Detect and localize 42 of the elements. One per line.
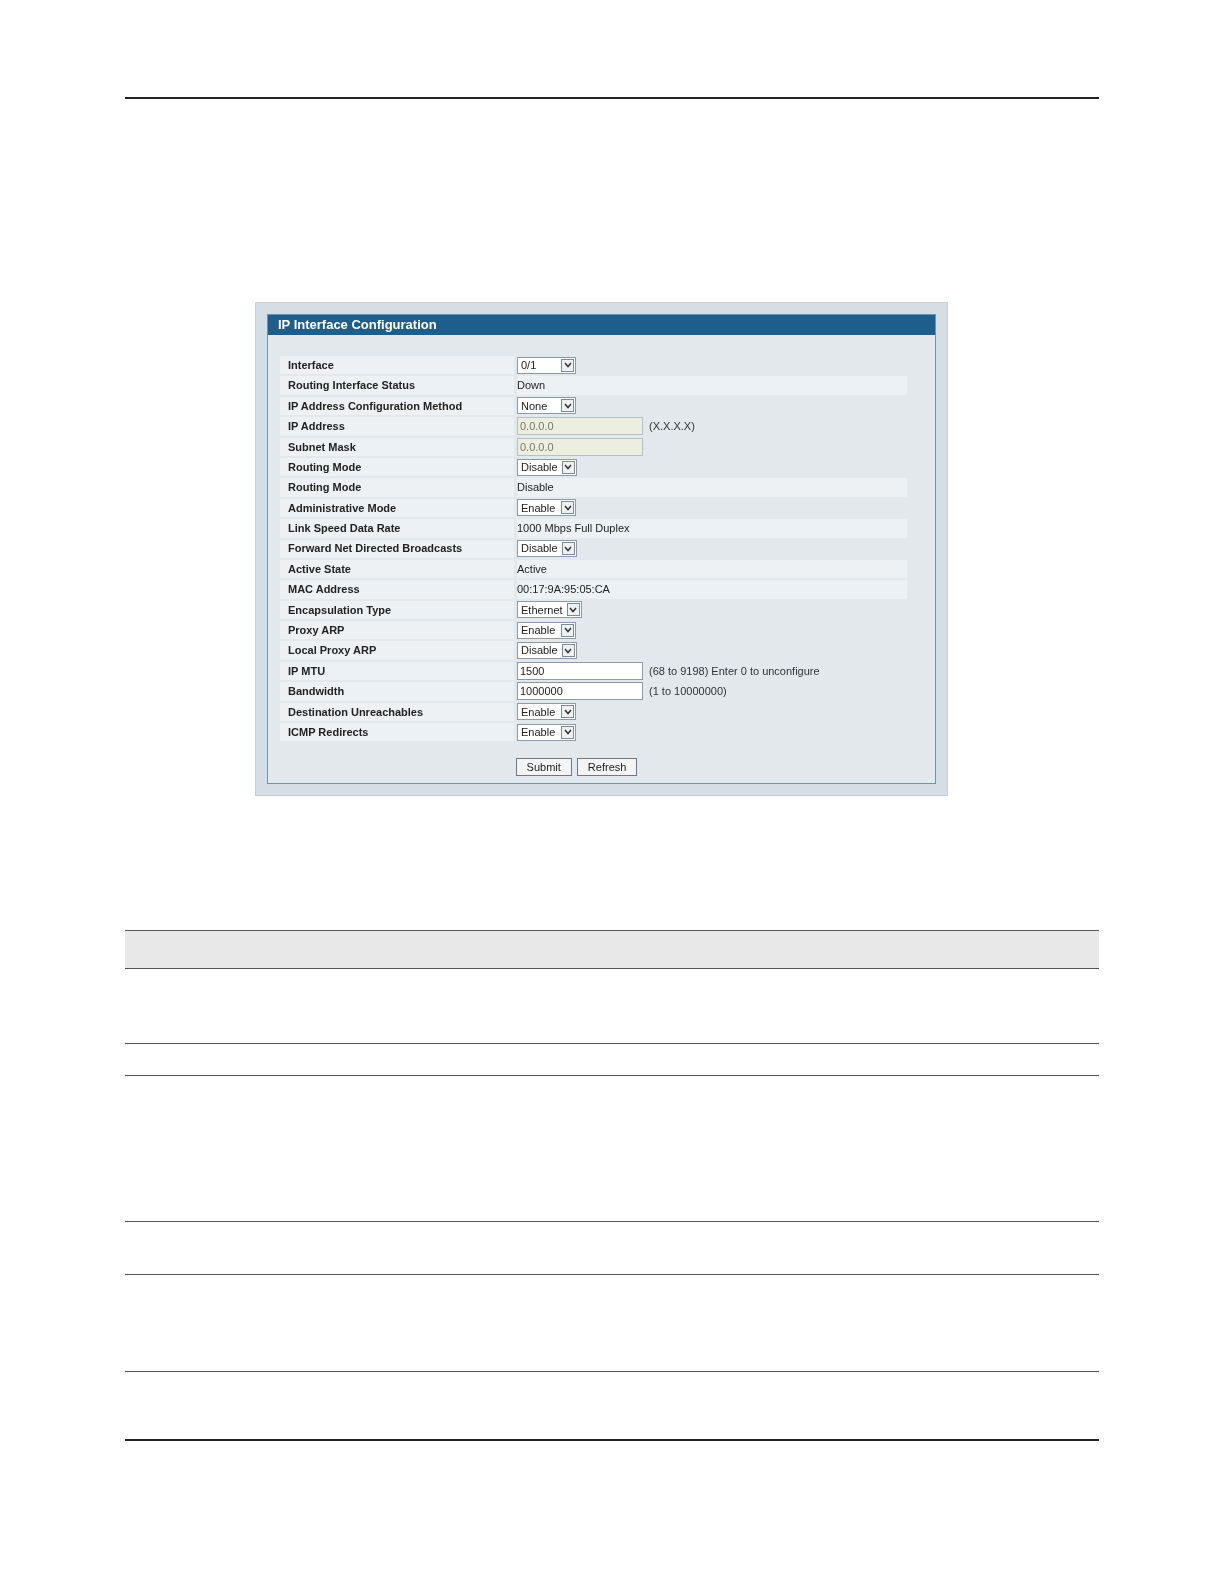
field-hint: (68 to 9198) Enter 0 to unconfigure (649, 663, 820, 679)
field-value: Down (517, 378, 546, 394)
panel-title: IP Interface Configuration (268, 315, 935, 335)
field-label: Destination Unreachables (288, 704, 424, 720)
field-label: Bandwidth (288, 684, 345, 700)
dropdown-select[interactable]: Enable (517, 703, 576, 721)
field-value: Active (517, 561, 547, 577)
field-value: Disable (517, 480, 554, 496)
input-field[interactable]: 1500 (517, 662, 643, 681)
field-value: 1000 Mbps Full Duplex (517, 521, 630, 537)
field-label: Routing Mode (288, 480, 362, 496)
field-hint: (X.X.X.X) (649, 419, 695, 435)
field-label: ICMP Redirects (288, 724, 369, 740)
field-label: IP MTU (288, 663, 326, 679)
field-label: Administrative Mode (288, 500, 397, 516)
field-label: MAC Address (288, 582, 360, 598)
dropdown-select[interactable]: None (517, 397, 576, 415)
field-label: Local Proxy ARP (288, 643, 377, 659)
field-label: IP Address Configuration Method (288, 398, 463, 414)
form-button[interactable]: Submit (515, 758, 572, 777)
form-button[interactable]: Refresh (576, 758, 638, 777)
field-label: Forward Net Directed Broadcasts (288, 541, 463, 557)
dropdown-select[interactable]: Disable (517, 642, 577, 660)
dropdown-select[interactable]: Enable (517, 499, 576, 517)
dropdown-select[interactable]: Disable (517, 458, 577, 476)
dropdown-select[interactable]: Disable (517, 540, 577, 558)
field-label: Proxy ARP (288, 623, 345, 638)
field-label: Active State (288, 561, 351, 577)
dropdown-select[interactable]: Ethernet (517, 601, 582, 619)
dropdown-select[interactable]: Enable (517, 621, 576, 639)
field-label: Routing Mode (288, 459, 362, 475)
field-value: 00:17:9A:95:05:CA (517, 582, 610, 598)
field-label: Subnet Mask (288, 439, 356, 455)
field-hint: (1 to 10000000) (649, 684, 727, 700)
dropdown-select[interactable]: Enable (517, 723, 576, 741)
field-label: Link Speed Data Rate (288, 521, 401, 537)
dropdown-select[interactable]: 0/1 (517, 356, 576, 374)
field-label: IP Address (288, 419, 345, 435)
input-field[interactable]: 1000000 (517, 682, 643, 701)
field-label: Encapsulation Type (288, 602, 392, 618)
field-label: Routing Interface Status (288, 378, 416, 394)
field-label: Interface (288, 357, 334, 373)
